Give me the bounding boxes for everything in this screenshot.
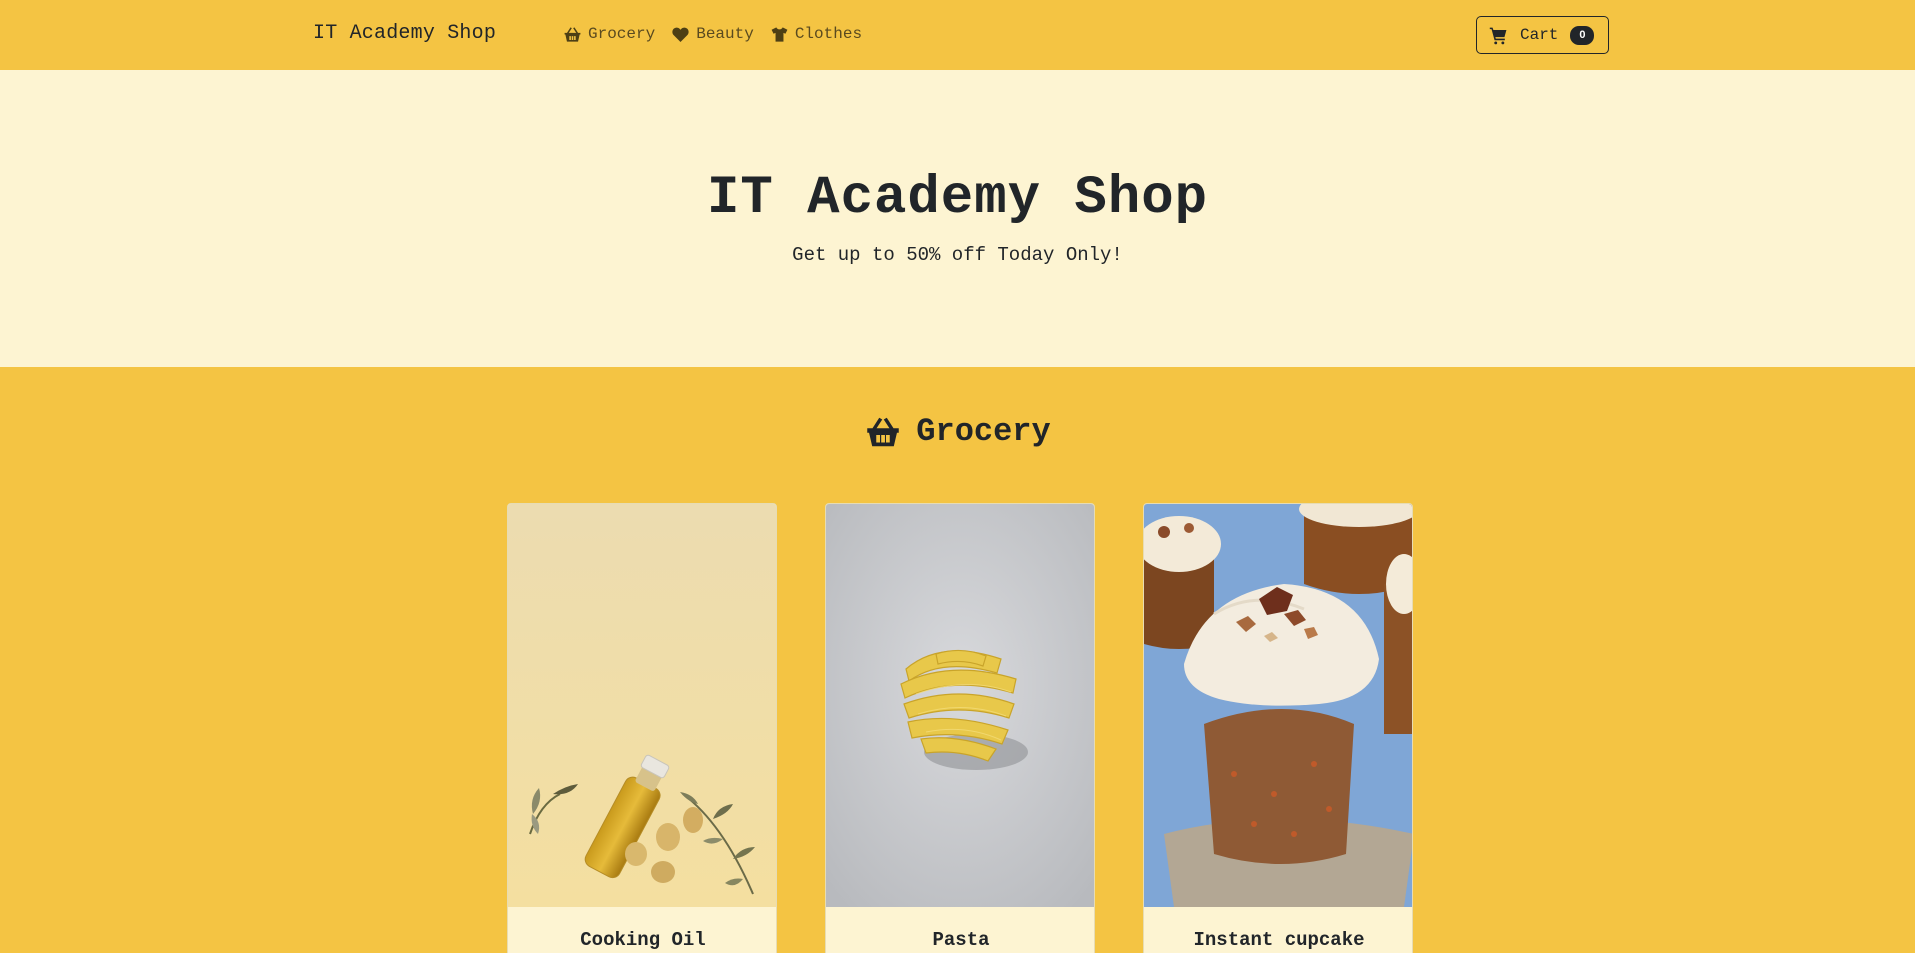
- product-name: Instant cupcake: [1193, 929, 1365, 951]
- nav-link-beauty[interactable]: Beauty: [671, 22, 754, 46]
- nav-link-grocery[interactable]: Grocery: [563, 22, 655, 46]
- cart-count-badge: 0: [1570, 25, 1595, 45]
- product-name: Cooking Oil: [580, 929, 706, 951]
- hero-subtitle: Get up to 50% off Today Only!: [792, 244, 1123, 266]
- product-name: Pasta: [932, 929, 990, 951]
- nav-links: Grocery Beauty Clothes: [563, 22, 862, 46]
- pasta-nest-photo: [826, 504, 1094, 907]
- heart-icon: [672, 27, 689, 42]
- nav-link-label: Clothes: [794, 25, 863, 43]
- cart-label: Cart: [1520, 26, 1559, 44]
- navbar-brand[interactable]: IT Academy Shop: [313, 22, 496, 45]
- section-title: Grocery: [916, 413, 1051, 450]
- navbar: IT Academy Shop Grocery Beauty Clothes C…: [0, 0, 1915, 70]
- olive-oil-bottle-photo: [508, 504, 776, 907]
- cart-icon: [1489, 27, 1507, 44]
- nav-link-label: Grocery: [588, 25, 656, 43]
- product-card-cooking-oil[interactable]: Cooking Oil: [507, 503, 777, 953]
- hero-banner: IT Academy Shop Get up to 50% off Today …: [0, 70, 1915, 367]
- nav-link-label: Beauty: [696, 25, 754, 43]
- product-card-pasta[interactable]: Pasta: [825, 503, 1095, 953]
- basket-icon: [564, 26, 581, 42]
- cart-button[interactable]: Cart 0: [1476, 16, 1609, 54]
- carrot-cupcake-photo: [1144, 504, 1412, 907]
- hero-title: IT Academy Shop: [706, 168, 1209, 229]
- basket-icon: [867, 417, 900, 446]
- product-card-instant-cupcake[interactable]: Instant cupcake: [1143, 503, 1413, 953]
- shirt-icon: [771, 26, 788, 42]
- section-header: Grocery: [0, 413, 1915, 450]
- nav-link-clothes[interactable]: Clothes: [770, 22, 862, 46]
